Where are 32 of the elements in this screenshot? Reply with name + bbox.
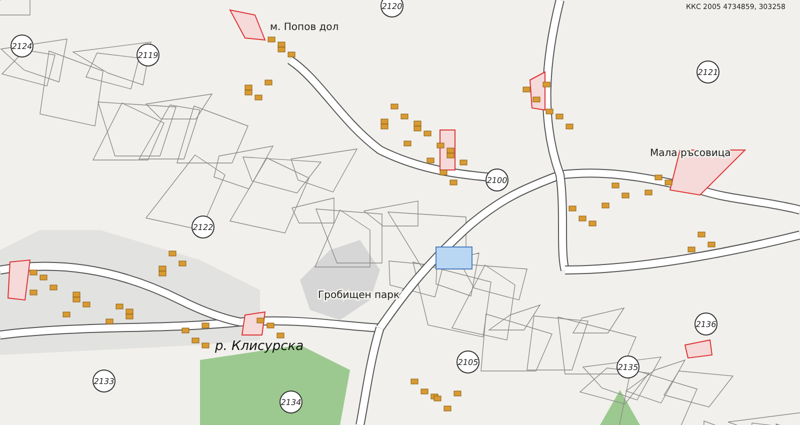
block-number-marker: 2134 xyxy=(280,390,302,414)
block-number-marker: 2136 xyxy=(694,312,718,336)
building xyxy=(30,290,38,296)
block-number-marker: 2122 xyxy=(192,216,214,238)
building xyxy=(602,202,610,208)
place-label: Гробищен парк xyxy=(318,290,400,301)
building xyxy=(542,82,550,88)
block-number-marker: 2133 xyxy=(92,370,116,392)
hatched-parcel xyxy=(7,259,31,301)
block-number-marker: 2121 xyxy=(696,60,720,84)
block-number-marker: 2120 xyxy=(380,0,404,18)
building xyxy=(404,140,412,146)
hatched-parcel xyxy=(241,311,266,336)
building xyxy=(264,80,272,86)
place-label: м. Попов дол xyxy=(270,22,339,33)
building xyxy=(454,390,462,396)
hatched-parcel xyxy=(684,339,713,359)
grass-area xyxy=(600,390,640,425)
hatched-parcel xyxy=(229,9,266,41)
block-number-marker: 2105 xyxy=(456,350,480,374)
block-number-marker: 2135 xyxy=(616,356,640,378)
building xyxy=(106,318,114,324)
highlighted-parcel xyxy=(436,246,472,270)
building xyxy=(62,312,70,318)
block-number-marker: 2100 xyxy=(486,168,508,192)
building xyxy=(202,322,210,328)
building xyxy=(644,190,652,196)
place-label: р. Клисурска xyxy=(215,339,304,354)
building xyxy=(688,246,696,252)
block-number-marker: 2119 xyxy=(136,44,160,66)
block-number-marker: 2124 xyxy=(10,34,34,58)
place-label: Мала ръсовица xyxy=(650,148,731,159)
